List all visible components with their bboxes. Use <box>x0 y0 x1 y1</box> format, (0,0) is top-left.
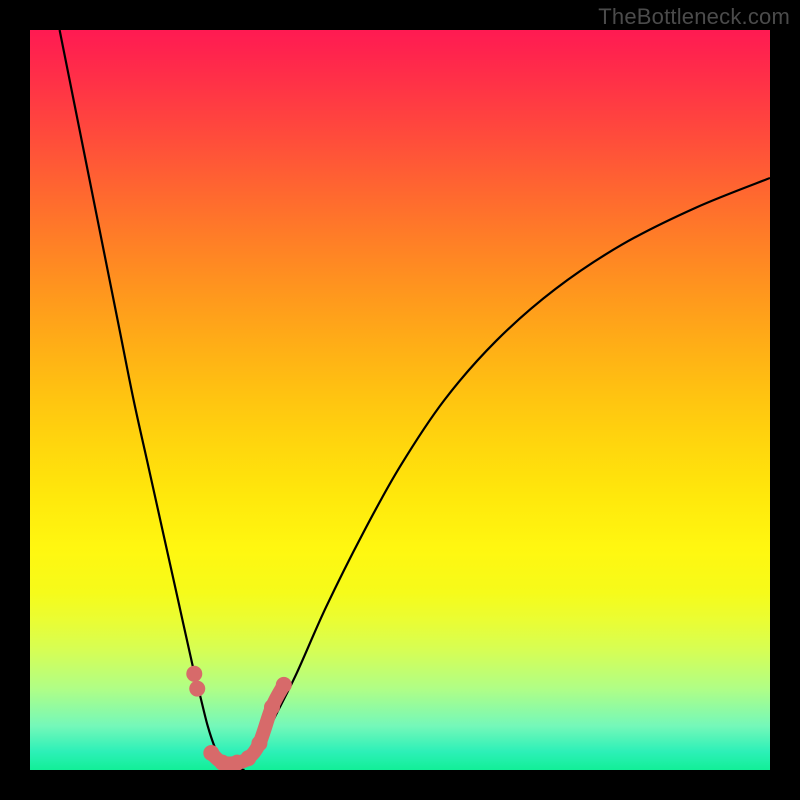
marker-dot <box>240 750 256 766</box>
marker-dot <box>189 681 205 697</box>
marker-dot <box>276 677 292 693</box>
marker-dot <box>251 735 267 751</box>
right-curve <box>230 178 770 770</box>
plot-area <box>30 30 770 770</box>
chart-frame: TheBottleneck.com <box>0 0 800 800</box>
left-curve <box>60 30 245 770</box>
marker-dot <box>214 755 230 770</box>
curves-layer <box>30 30 770 770</box>
watermark-text: TheBottleneck.com <box>598 4 790 30</box>
marker-dot <box>186 666 202 682</box>
marker-dots <box>186 666 292 770</box>
marker-dot <box>264 699 280 715</box>
